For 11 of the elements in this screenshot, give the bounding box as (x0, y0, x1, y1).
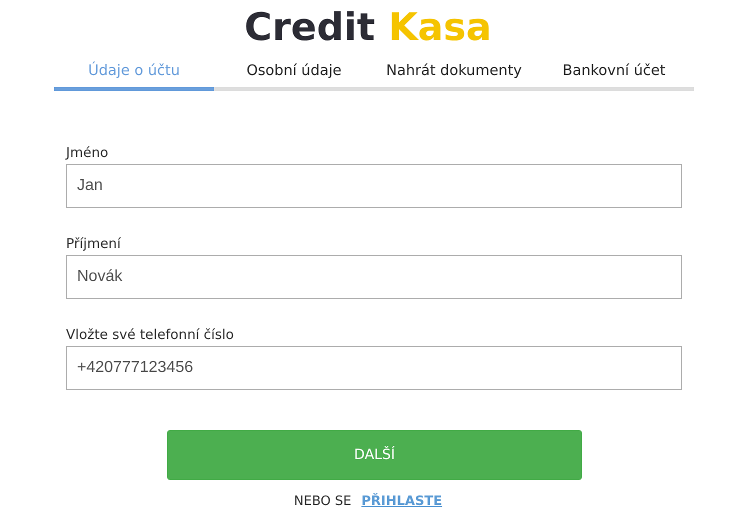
input-field[interactable]: Jan (66, 164, 682, 208)
tab[interactable]: Nahrát dokumenty (374, 58, 534, 91)
field-label: Jméno (66, 145, 108, 163)
input-field[interactable]: Novák (66, 255, 682, 299)
input-field[interactable]: +420777123456 (66, 346, 682, 390)
tab[interactable]: Osobní údaje (214, 58, 374, 91)
logo: Credit Kasa (244, 4, 492, 50)
tab[interactable]: Bankovní účet (534, 58, 694, 91)
field-label: Vložte své telefonní číslo (66, 327, 234, 345)
field-label: Příjmení (66, 236, 121, 254)
login-prompt: NEBO SE (294, 494, 352, 509)
